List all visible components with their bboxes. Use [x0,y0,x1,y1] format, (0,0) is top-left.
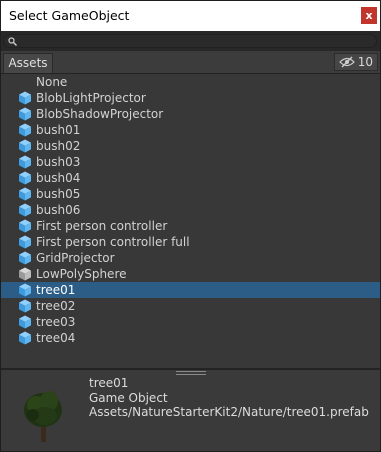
prefab-icon [19,203,31,217]
eye-slash-icon [338,56,355,68]
list-item[interactable]: GridProjector [1,250,380,266]
list-item-label: LowPolySphere [36,267,127,281]
prefab-icon [19,139,31,153]
select-gameobject-window: Select GameObject x Assets 10 None BlobLi… [0,0,381,452]
list-item[interactable]: bush05 [1,186,380,202]
list-item[interactable]: None [1,74,380,90]
prefab-icon [19,123,31,137]
preview-info: tree01 Game Object Assets/NatureStarterK… [89,376,369,420]
prefab-icon [19,331,31,345]
search-bar [1,31,380,51]
list-item[interactable]: First person controller [1,218,380,234]
list-item-label: bush03 [36,155,81,169]
search-icon [8,37,17,46]
asset-list: None BlobLightProjector BlobShadowProjecto… [1,74,380,346]
title-bar[interactable]: Select GameObject x [1,1,380,31]
list-item[interactable]: LowPolySphere [1,266,380,282]
list-item-label: None [36,75,68,89]
model-icon [19,267,31,281]
list-item[interactable]: BlobShadowProjector [1,106,380,122]
search-input[interactable] [3,34,377,48]
list-item[interactable]: bush06 [1,202,380,218]
list-item[interactable]: tree03 [1,314,380,330]
list-item-label: GridProjector [36,251,115,265]
prefab-icon [19,219,31,233]
list-item-label: BlobLightProjector [36,91,146,105]
close-button[interactable]: x [361,7,377,24]
tab-bar: Assets 10 [1,51,380,74]
list-item[interactable]: BlobLightProjector [1,90,380,106]
window-title: Select GameObject [9,8,130,23]
prefab-icon [19,91,31,105]
list-item[interactable]: bush04 [1,170,380,186]
preview-type: Game Object [89,390,168,405]
hidden-count: 10 [357,55,373,69]
tab-assets[interactable]: Assets [3,53,53,73]
prefab-icon [19,251,31,265]
list-item-label: tree01 [36,283,76,297]
list-item[interactable]: tree02 [1,298,380,314]
list-item-label: bush01 [36,123,81,137]
list-item-label: bush06 [36,203,81,217]
preview-panel: tree01 Game Object Assets/NatureStarterK… [1,370,380,451]
list-item[interactable]: tree01 [1,282,380,298]
list-item-label: BlobShadowProjector [36,107,164,121]
hidden-items-toggle[interactable]: 10 [333,53,378,71]
list-item-label: First person controller full [36,235,190,249]
resize-grip-icon[interactable] [176,370,206,376]
list-item[interactable]: bush02 [1,138,380,154]
list-item[interactable]: bush03 [1,154,380,170]
prefab-icon [19,187,31,201]
prefab-icon [19,107,31,121]
list-item[interactable]: tree04 [1,330,380,346]
list-item-label: tree02 [36,299,76,313]
prefab-icon [19,299,31,313]
prefab-icon [19,235,31,249]
list-item-label: First person controller [36,219,168,233]
prefab-icon [19,171,31,185]
preview-path: Assets/NatureStarterKit2/Nature/tree01.p… [89,405,369,419]
preview-name: tree01 [89,376,129,390]
list-item[interactable]: First person controller full [1,234,380,250]
list-item[interactable]: bush01 [1,122,380,138]
list-item-label: bush05 [36,187,81,201]
list-item-label: bush02 [36,139,81,153]
prefab-icon [19,283,31,297]
prefab-icon [19,315,31,329]
list-item-label: tree04 [36,331,76,345]
prefab-icon [19,155,31,169]
list-item-label: tree03 [36,315,76,329]
list-item-label: bush04 [36,171,81,185]
tree-icon [24,391,62,442]
